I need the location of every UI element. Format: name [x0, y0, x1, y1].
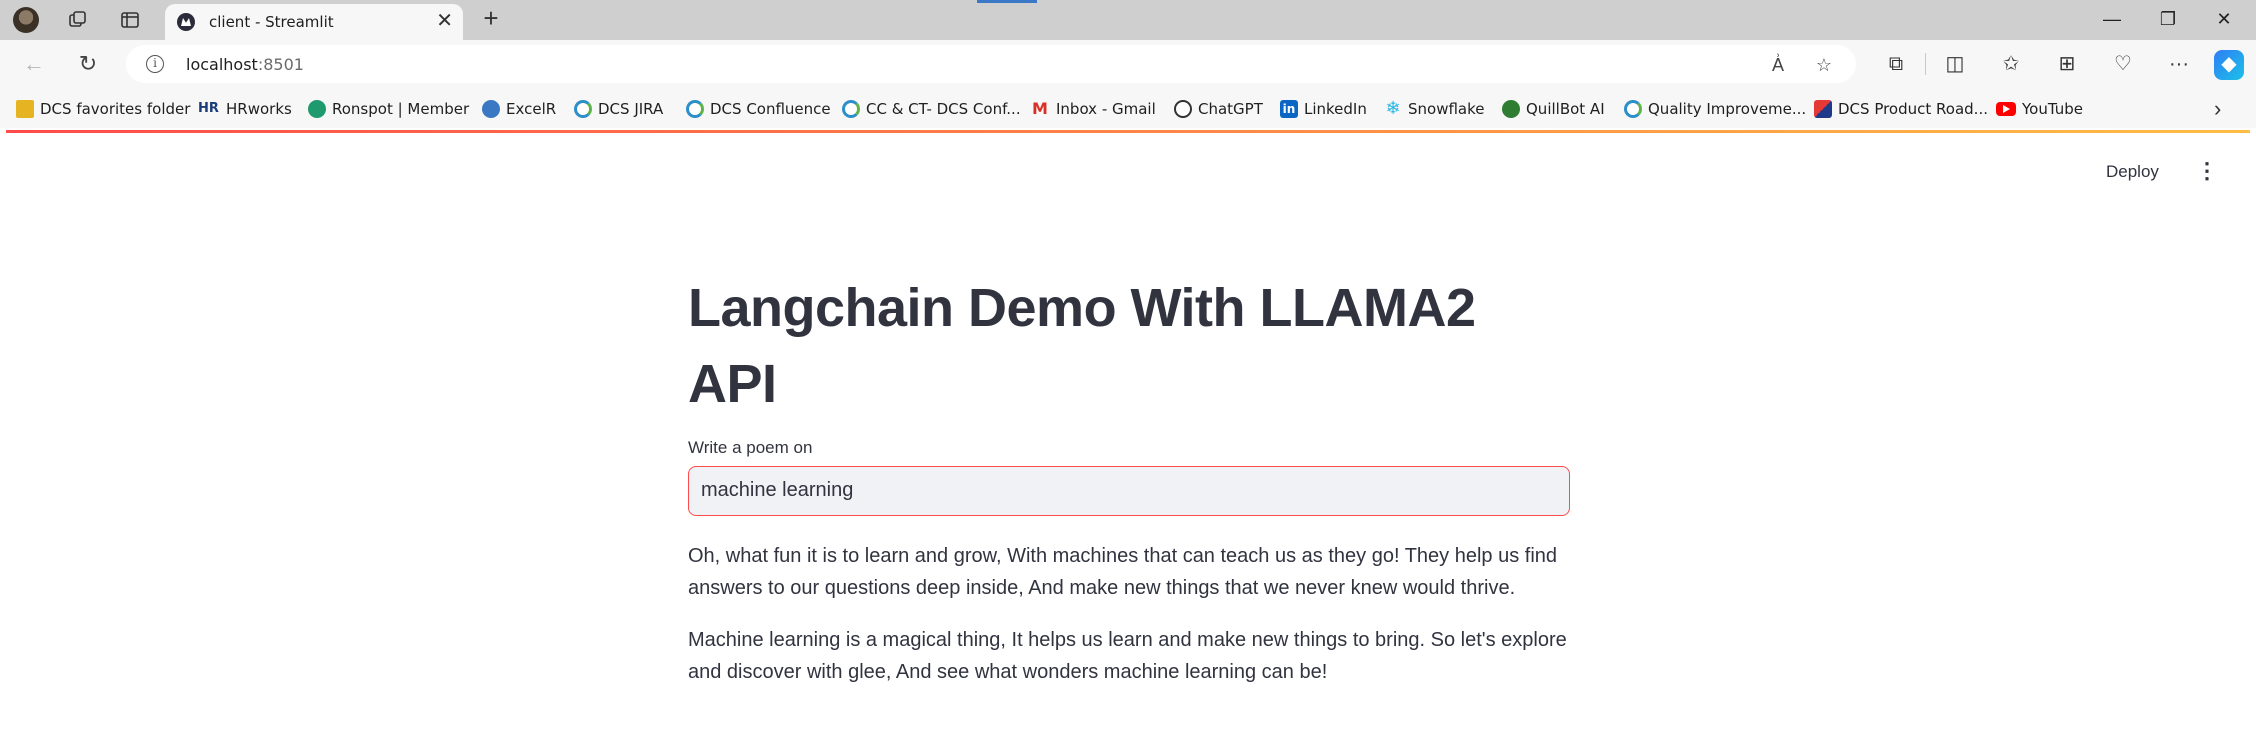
active-tab[interactable]: client - Streamlit ✕ [165, 4, 463, 40]
bookmark-label: QuillBot AI [1526, 100, 1605, 118]
excelr-icon [482, 100, 500, 118]
bookmark-item[interactable]: DCS Confluence [686, 98, 831, 120]
bookmark-item[interactable]: ExcelR [482, 98, 556, 120]
bookmark-label: DCS JIRA [598, 100, 664, 118]
bookmarks-bar: DCS favorites folder HR HRworks Ronspot |… [0, 88, 2256, 128]
avatar-icon [13, 7, 39, 33]
back-button[interactable]: ← [18, 48, 50, 80]
bookmark-label: YouTube [2022, 100, 2083, 118]
workspaces-icon [69, 11, 86, 27]
output-paragraph: Oh, what fun it is to learn and grow, Wi… [688, 545, 1558, 599]
url-port: :8501 [257, 55, 304, 74]
reload-button[interactable]: ↻ [72, 48, 104, 80]
bookmark-label: Quality Improveme... [1648, 100, 1807, 118]
bookmark-label: Ronspot | Member [332, 100, 470, 118]
page-title: Langchain Demo With LLAMA2 API [688, 278, 1476, 414]
dcs-icon [574, 100, 592, 118]
browser-toolbar: ← ↻ i localhost:8501 A͗ ☆ ⧉ ◫ ✩ ⊞ ♡ ··· … [0, 40, 2256, 88]
product-icon [1814, 100, 1832, 118]
deploy-button[interactable]: Deploy [2106, 162, 2159, 182]
bookmark-label: ChatGPT [1198, 100, 1263, 118]
bookmark-item[interactable]: QuillBot AI [1502, 98, 1605, 120]
url-host: localhost [186, 55, 258, 74]
bookmark-label: CC & CT- DCS Conf... [866, 100, 1021, 118]
close-window-button[interactable]: ✕ [2200, 4, 2248, 34]
bookmark-label: Inbox - Gmail [1056, 100, 1156, 118]
bookmark-item[interactable]: DCS favorites folder [16, 98, 190, 120]
output-paragraph: Machine learning is a magical thing, It … [688, 629, 1567, 683]
browser-essentials-icon[interactable]: ♡ [2109, 50, 2137, 78]
bookmark-item[interactable]: Quality Improveme... [1624, 98, 1806, 120]
dcs-icon [686, 100, 704, 118]
bookmark-label: DCS Confluence [710, 100, 831, 118]
more-options-icon[interactable]: ··· [2165, 50, 2193, 78]
bookmark-label: LinkedIn [1304, 100, 1367, 118]
minimize-button[interactable]: — [2088, 4, 2136, 34]
bookmark-item[interactable]: M Inbox - Gmail [1032, 98, 1156, 120]
topic-input[interactable]: machine learning [688, 466, 1570, 516]
extensions-icon[interactable]: ⧉ [1882, 50, 1910, 78]
site-info-icon[interactable]: i [146, 55, 164, 73]
more-bookmarks-chevron-icon[interactable]: › [2214, 96, 2221, 122]
dcs-icon [1624, 100, 1642, 118]
minimize-icon: — [2103, 9, 2121, 29]
favorite-star-icon[interactable]: ☆ [1812, 53, 1836, 77]
gmail-icon: M [1032, 99, 1048, 118]
vertical-tabs-button[interactable] [114, 4, 146, 36]
tab-strip: client - Streamlit ✕ + — ❐ ✕ [0, 0, 2256, 40]
close-icon: ✕ [2216, 9, 2232, 29]
bookmark-label: HRworks [226, 100, 292, 118]
chatgpt-icon [1174, 100, 1192, 118]
bookmark-label: DCS favorites folder [40, 100, 191, 118]
streamlit-header-decoration [6, 130, 2250, 133]
read-aloud-icon[interactable]: A͗ [1766, 53, 1790, 77]
back-arrow-icon: ← [23, 51, 45, 76]
toolbar-separator [1925, 53, 1926, 75]
bookmark-item[interactable]: in LinkedIn [1280, 98, 1367, 120]
address-bar[interactable]: i localhost:8501 A͗ ☆ [126, 45, 1856, 83]
reload-icon: ↻ [78, 51, 98, 76]
restore-button[interactable]: ❐ [2144, 4, 2192, 34]
linkedin-icon: in [1280, 100, 1298, 118]
plus-icon: + [483, 3, 499, 33]
bookmark-label: Snowflake [1408, 100, 1485, 118]
tab-actions-icon [121, 12, 139, 28]
ronspot-icon [308, 100, 326, 118]
bookmark-item[interactable]: Ronspot | Member [308, 98, 469, 120]
bookmark-item[interactable]: ❄ Snowflake [1384, 98, 1485, 120]
bookmark-item[interactable]: DCS Product Road... [1814, 98, 1988, 120]
snowflake-icon: ❄ [1385, 98, 1401, 119]
collections-icon[interactable]: ⊞ [2053, 50, 2081, 78]
restore-icon: ❐ [2159, 9, 2177, 29]
bookmark-item[interactable]: ChatGPT [1174, 98, 1263, 120]
tab-title: client - Streamlit [209, 13, 334, 31]
close-tab-icon[interactable]: ✕ [436, 10, 453, 32]
new-tab-button[interactable]: + [476, 4, 506, 34]
copilot-icon[interactable]: ◆ [2214, 50, 2244, 80]
bookmark-item[interactable]: CC & CT- DCS Conf... [842, 98, 1021, 120]
bookmark-item[interactable]: HR HRworks [198, 98, 292, 120]
dcs-icon [842, 100, 860, 118]
youtube-icon [1996, 102, 2016, 116]
split-screen-icon[interactable]: ◫ [1941, 50, 1969, 78]
tab-strip-accent [977, 0, 1037, 3]
workspaces-button[interactable] [62, 4, 94, 36]
streamlit-favicon-icon [177, 13, 195, 31]
quillbot-icon [1502, 100, 1520, 118]
favorites-icon[interactable]: ✩ [1997, 50, 2025, 78]
folder-icon [16, 100, 34, 118]
bookmark-label: DCS Product Road... [1838, 100, 1988, 118]
input-label: Write a poem on [688, 438, 813, 457]
main-content: Langchain Demo With LLAMA2 API Write a p… [688, 270, 1570, 688]
hrworks-icon: HR [198, 101, 219, 116]
address-url[interactable]: localhost:8501 [186, 55, 304, 74]
bookmark-item[interactable]: YouTube [1996, 98, 2083, 120]
bookmark-item[interactable]: DCS JIRA [574, 98, 663, 120]
profile-avatar[interactable] [10, 4, 42, 36]
bookmark-label: ExcelR [506, 100, 557, 118]
main-menu-icon[interactable]: ⋮ [2196, 160, 2218, 184]
